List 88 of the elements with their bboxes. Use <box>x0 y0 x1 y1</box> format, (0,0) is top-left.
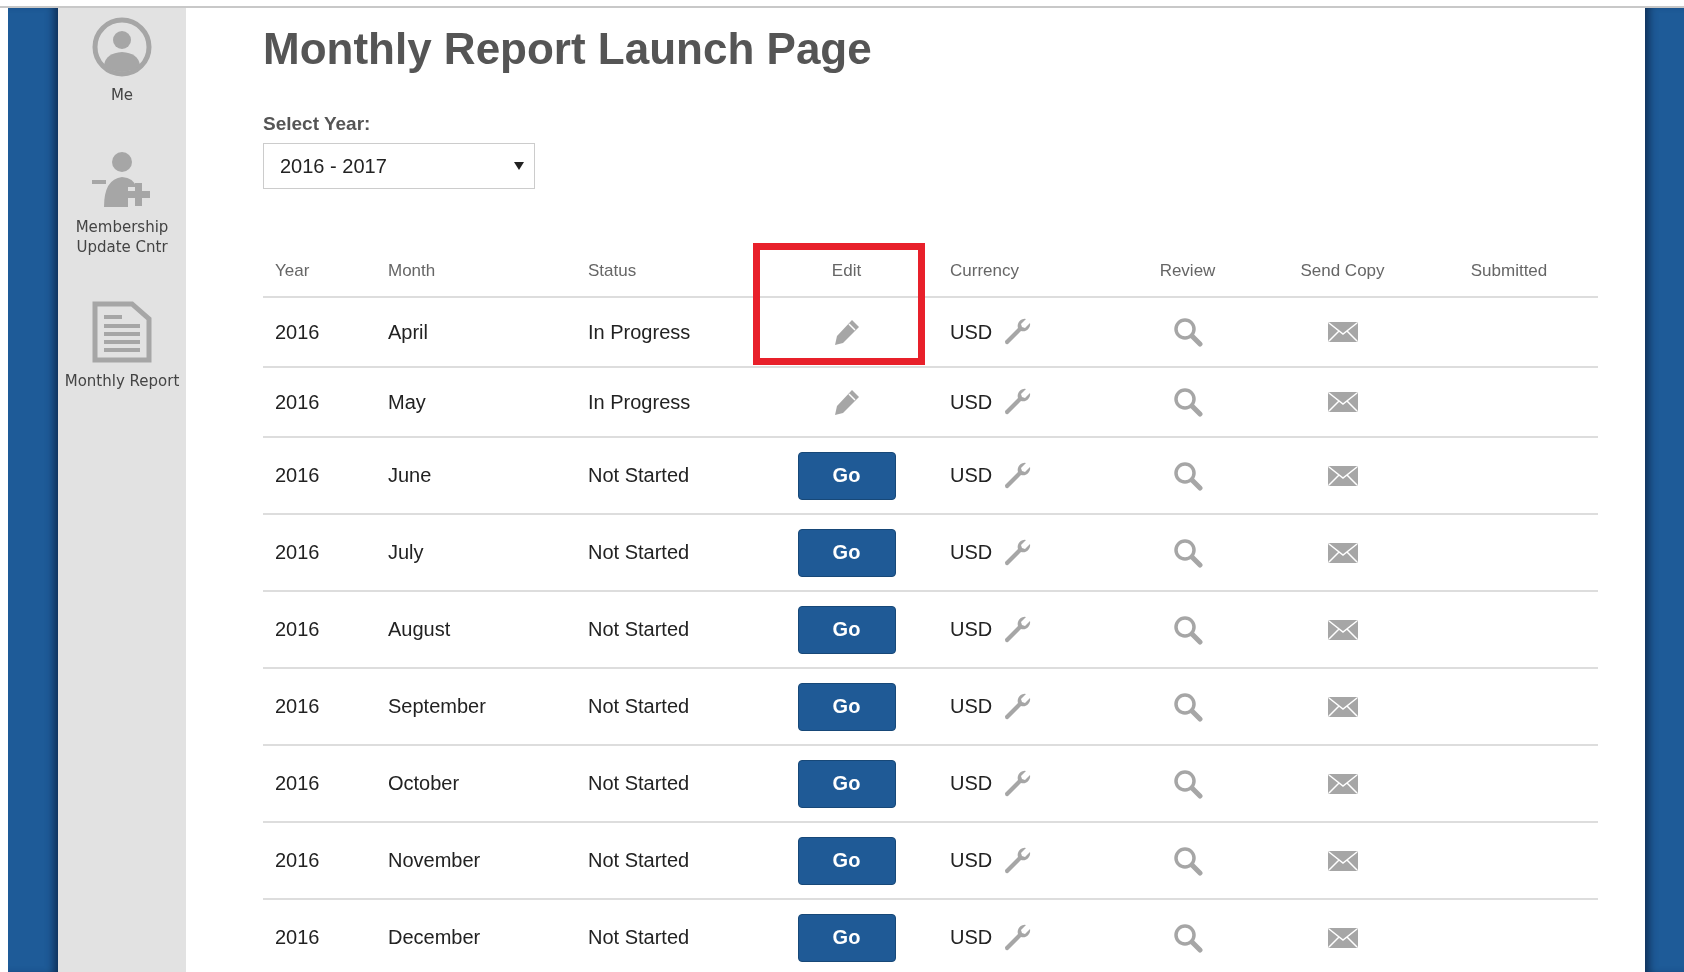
envelope-icon[interactable] <box>1327 392 1358 412</box>
currency-cell: USD <box>950 926 993 949</box>
status-cell: Not Started <box>588 695 690 718</box>
envelope-icon[interactable] <box>1327 696 1358 717</box>
envelope-icon[interactable] <box>1327 773 1358 794</box>
year-cell: 2016 <box>275 926 320 949</box>
column-header: Review <box>1159 261 1216 280</box>
month-cell: September <box>388 695 486 718</box>
currency-cell: USD <box>950 464 993 487</box>
search-icon[interactable] <box>1172 691 1203 722</box>
search-icon[interactable] <box>1172 537 1203 568</box>
go-button[interactable]: Go <box>797 913 896 962</box>
column-header: Month <box>388 261 436 280</box>
column-header: Send Copy <box>1300 261 1385 280</box>
month-cell: July <box>388 541 424 564</box>
year-select[interactable]: 2016 - 2017 <box>263 143 535 189</box>
year-cell: 2016 <box>275 695 320 718</box>
nav-label[interactable]: Me <box>110 85 134 105</box>
go-button[interactable]: Go <box>797 682 896 731</box>
envelope-icon[interactable] <box>1327 465 1358 486</box>
dropdown-icon <box>514 162 524 170</box>
status-cell: Not Started <box>588 926 690 949</box>
month-cell: August <box>388 618 451 641</box>
search-icon[interactable] <box>1172 614 1203 645</box>
go-button[interactable]: Go <box>797 759 896 808</box>
year-cell: 2016 <box>275 464 320 487</box>
currency-cell: USD <box>950 541 993 564</box>
month-cell: June <box>388 464 432 487</box>
wrench-icon[interactable] <box>1002 922 1033 953</box>
currency-cell: USD <box>950 695 993 718</box>
year-cell: 2016 <box>275 772 320 795</box>
wrench-icon[interactable] <box>1002 614 1033 645</box>
column-header: Status <box>588 261 637 280</box>
column-header: Currency <box>950 261 1019 280</box>
currency-cell: USD <box>950 320 993 344</box>
year-cell: 2016 <box>275 618 320 641</box>
currency-cell: USD <box>950 772 993 795</box>
status-cell: In Progress <box>588 320 691 344</box>
wrench-icon[interactable] <box>1002 691 1033 722</box>
person-add-icon[interactable] <box>92 149 152 209</box>
person-icon[interactable] <box>92 17 152 77</box>
status-cell: Not Started <box>588 618 690 641</box>
go-button[interactable]: Go <box>797 836 896 885</box>
nav-label[interactable]: Monthly Report <box>64 371 180 391</box>
select-label: Select Year: <box>263 113 372 135</box>
year-cell: 2016 <box>275 390 320 414</box>
status-cell: Not Started <box>588 772 690 795</box>
currency-cell: USD <box>950 390 993 414</box>
go-button[interactable]: Go <box>797 451 896 500</box>
column-header: Submitted <box>1470 261 1548 280</box>
envelope-icon[interactable] <box>1327 850 1358 871</box>
column-header: Edit <box>831 261 862 280</box>
search-icon[interactable] <box>1172 922 1203 953</box>
search-icon[interactable] <box>1172 460 1203 491</box>
status-cell: Not Started <box>588 541 690 564</box>
wrench-icon[interactable] <box>1002 537 1033 568</box>
wrench-icon[interactable] <box>1002 387 1033 417</box>
year-cell: 2016 <box>275 541 320 564</box>
go-button[interactable]: Go <box>797 528 896 577</box>
month-cell: October <box>388 772 460 795</box>
wrench-icon[interactable] <box>1002 845 1033 876</box>
wrench-icon[interactable] <box>1002 460 1033 491</box>
envelope-icon[interactable] <box>1327 322 1358 342</box>
currency-cell: USD <box>950 618 993 641</box>
envelope-icon[interactable] <box>1327 927 1358 948</box>
month-cell: November <box>388 849 481 872</box>
nav-label[interactable]: Membership Update Cntr <box>60 217 184 257</box>
search-icon[interactable] <box>1172 768 1203 799</box>
go-button[interactable]: Go <box>797 605 896 654</box>
wrench-icon[interactable] <box>1002 317 1033 347</box>
month-cell: April <box>388 320 428 344</box>
month-cell: May <box>388 390 426 414</box>
year-cell: 2016 <box>275 849 320 872</box>
status-cell: Not Started <box>588 464 690 487</box>
search-icon[interactable] <box>1172 317 1203 347</box>
search-icon[interactable] <box>1172 387 1203 417</box>
status-cell: In Progress <box>588 390 691 414</box>
column-header: Year <box>275 261 310 280</box>
document-icon[interactable] <box>92 301 152 363</box>
envelope-icon[interactable] <box>1327 619 1358 640</box>
status-cell: Not Started <box>588 849 690 872</box>
envelope-icon[interactable] <box>1327 542 1358 563</box>
year-cell: 2016 <box>275 320 320 344</box>
search-icon[interactable] <box>1172 845 1203 876</box>
currency-cell: USD <box>950 849 993 872</box>
wrench-icon[interactable] <box>1002 768 1033 799</box>
page-title: Monthly Report Launch Page <box>263 23 873 75</box>
month-cell: December <box>388 926 481 949</box>
